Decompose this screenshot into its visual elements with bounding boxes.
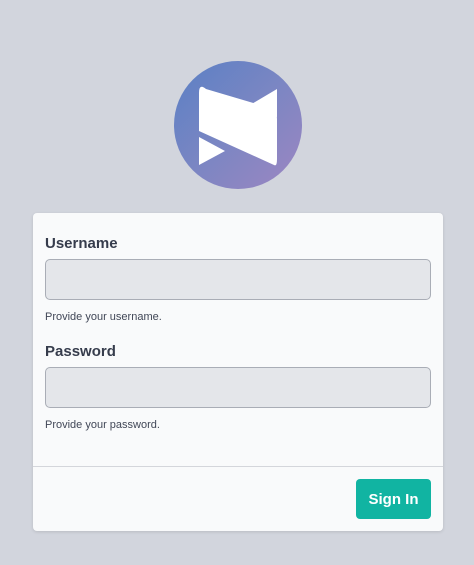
username-field-group: Username Provide your username.	[45, 235, 431, 324]
username-input[interactable]	[45, 259, 431, 300]
username-label: Username	[45, 235, 118, 252]
username-help-text: Provide your username.	[45, 311, 162, 323]
brand-logo	[174, 61, 302, 189]
password-help-text: Provide your password.	[45, 419, 160, 431]
password-label: Password	[45, 343, 116, 360]
login-card: Username Provide your username. Password…	[33, 213, 443, 531]
password-input[interactable]	[45, 367, 431, 408]
brand-n-logo-icon	[199, 86, 277, 166]
login-form: Username Provide your username. Password…	[33, 213, 443, 432]
card-footer-divider	[33, 466, 443, 467]
sign-in-button[interactable]: Sign In	[356, 479, 431, 519]
password-field-group: Password Provide your password.	[45, 343, 431, 432]
